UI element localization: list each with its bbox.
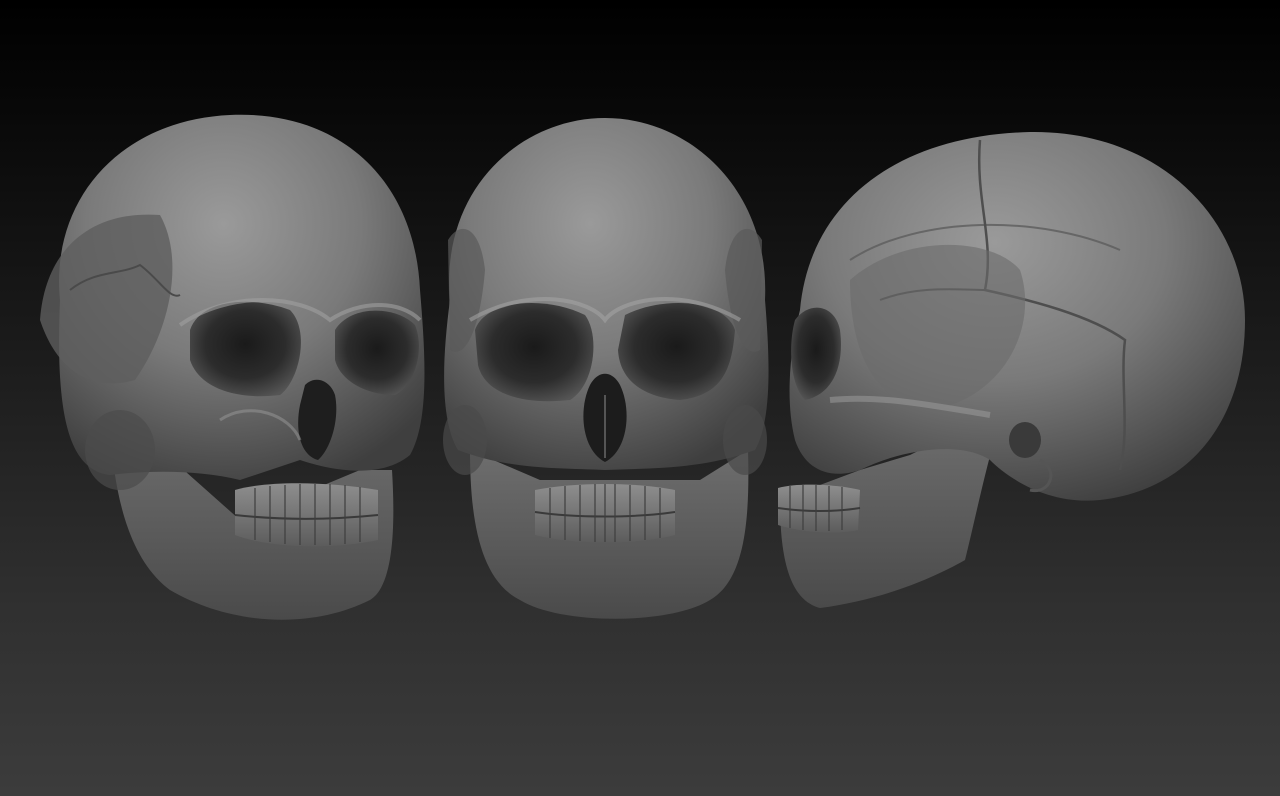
eye-socket-left [475, 303, 594, 402]
skull-renders [40, 114, 1245, 620]
skull-three-quarter-view [40, 114, 425, 620]
skull-side-view [777, 131, 1245, 608]
sculpt-viewport [0, 0, 1280, 796]
skull-front-view [443, 118, 769, 619]
ear-canal [1009, 422, 1041, 458]
teeth-row [235, 483, 378, 547]
